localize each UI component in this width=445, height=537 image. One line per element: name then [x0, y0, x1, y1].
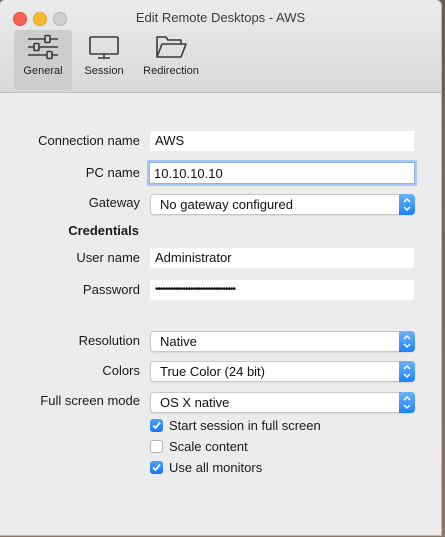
- gateway-selected-value: No gateway configured: [160, 197, 293, 212]
- full-screen-mode-popup[interactable]: OS X native: [150, 392, 415, 413]
- colors-selected-value: True Color (24 bit): [160, 364, 265, 379]
- start-session-full-screen-label: Start session in full screen: [169, 418, 321, 433]
- password-field[interactable]: [150, 280, 414, 300]
- pc-name-label: PC name: [85, 165, 140, 180]
- pc-name-field[interactable]: [149, 162, 415, 184]
- folder-icon: [156, 36, 187, 58]
- popup-arrows-icon: [399, 331, 415, 352]
- title-bar: Edit Remote Desktops - AWS General Sessi…: [0, 0, 441, 93]
- connection-name-label: Connection name: [38, 133, 140, 148]
- window-title: Edit Remote Desktops - AWS: [135, 10, 306, 25]
- credentials-heading: Credentials: [68, 223, 139, 238]
- monitor-icon: [89, 36, 119, 59]
- tab-redirection-label: Redirection: [143, 65, 199, 77]
- checkbox-checked-icon: [150, 461, 163, 474]
- user-name-field[interactable]: [150, 248, 414, 268]
- tab-session-label: Session: [84, 65, 124, 77]
- colors-popup[interactable]: True Color (24 bit): [150, 361, 415, 382]
- popup-arrows-icon: [399, 361, 415, 382]
- tab-general-label: General: [23, 65, 63, 77]
- popup-arrows-icon: [399, 194, 415, 215]
- popup-arrows-icon: [399, 392, 415, 413]
- colors-label: Colors: [102, 363, 140, 378]
- user-name-label: User name: [76, 250, 140, 265]
- gateway-popup[interactable]: No gateway configured: [150, 194, 415, 215]
- full-screen-mode-selected-value: OS X native: [160, 395, 230, 410]
- connection-name-field[interactable]: [150, 131, 414, 151]
- tab-redirection[interactable]: Redirection: [138, 30, 204, 90]
- resolution-label: Resolution: [78, 333, 140, 348]
- password-label: Password: [82, 282, 140, 297]
- edit-remote-desktops-window: Edit Remote Desktops - AWS General Sessi…: [0, 0, 441, 535]
- sliders-icon: [28, 34, 58, 60]
- general-pane: Connection name PC name Gateway No gatew…: [0, 93, 441, 535]
- use-all-monitors-label: Use all monitors: [169, 460, 263, 475]
- gateway-label: Gateway: [88, 195, 140, 210]
- resolution-selected-value: Native: [160, 334, 197, 349]
- full-screen-mode-label: Full screen mode: [40, 393, 140, 408]
- tab-session[interactable]: Session: [78, 30, 130, 90]
- tab-general[interactable]: General: [14, 30, 72, 90]
- checkbox-unchecked-icon: [150, 440, 163, 453]
- scale-content-label: Scale content: [169, 439, 248, 454]
- resolution-popup[interactable]: Native: [150, 331, 415, 352]
- checkbox-checked-icon: [150, 419, 163, 432]
